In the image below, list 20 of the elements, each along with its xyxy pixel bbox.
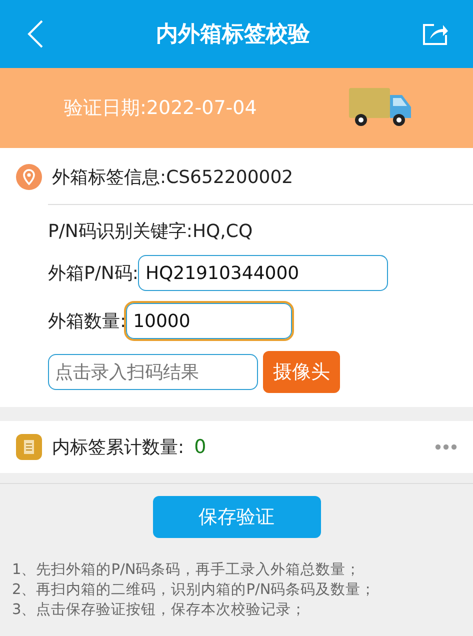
input-field[interactable]: 10000 [126,303,292,339]
instruction-text: 1、先扫外箱的P/N码条码，再手工录入外箱总数量； [12,560,362,580]
verification-date: 验证日期:2022-07-04 [64,96,257,121]
keyword-text: P/N码识别关键字:HQ,CQ [48,220,254,243]
page-title: 内外箱标签校验 [156,21,310,49]
input-field[interactable]: HQ21910344000 [138,255,388,291]
instruction-text: 2、再扫内箱的二维码，识别内箱的P/N码条码及数量； [12,580,377,600]
more-icon[interactable] [435,444,457,450]
scan-input-field[interactable]: 点击录入扫码结果 [48,354,258,390]
inner-count-label: 内标签累计数量: [52,436,184,459]
outer-label-info: 外箱标签信息:CS652200002 [52,166,294,189]
field-label: 外箱P/N码: [48,262,138,285]
back-icon[interactable] [26,19,44,49]
location-pin-icon [16,164,42,190]
inner-count-value: 0 [194,436,206,458]
share-icon[interactable] [422,22,449,46]
truck-icon [349,88,413,128]
instruction-text: 3、点击保存验证按钮，保存本次校验记录； [12,601,308,620]
document-icon [16,434,42,460]
field-label: 外箱数量: [48,310,126,333]
